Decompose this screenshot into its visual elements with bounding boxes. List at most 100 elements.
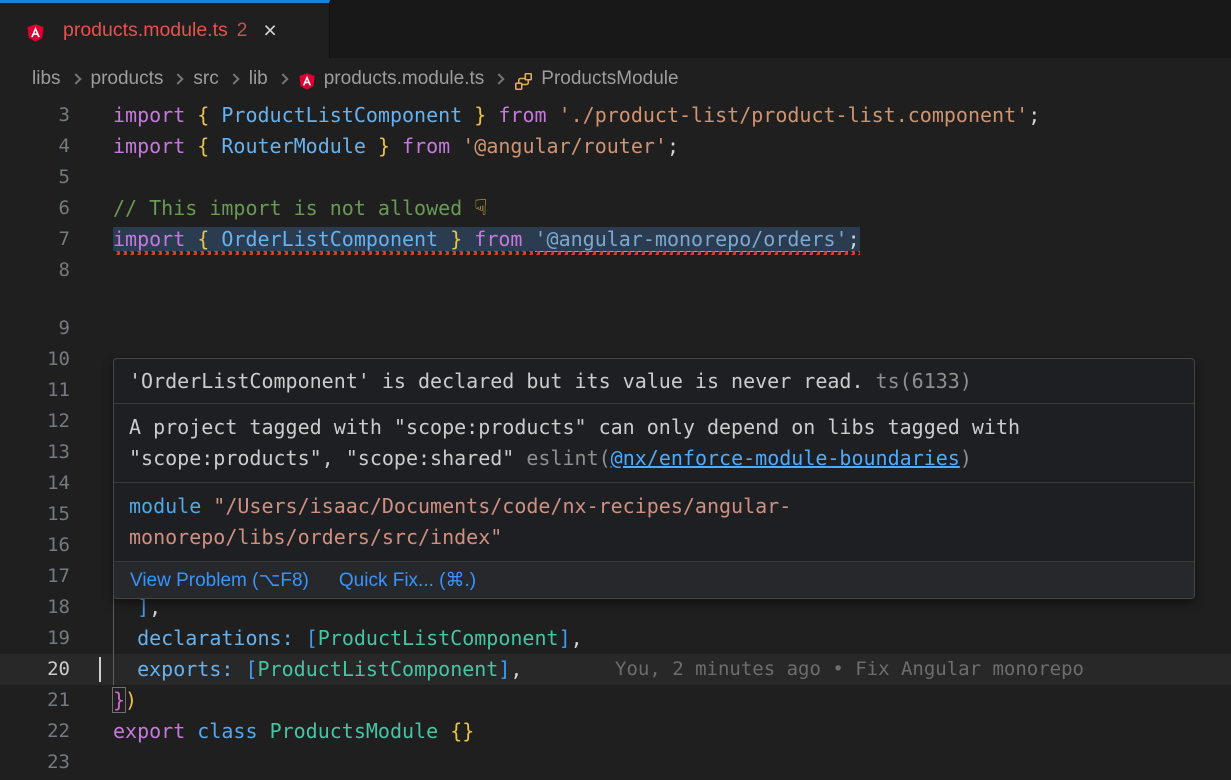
code-token: ProductListComponent xyxy=(318,626,559,650)
code-token: import xyxy=(113,227,185,251)
chevron-right-icon xyxy=(277,73,288,84)
code-token: } xyxy=(450,227,462,251)
code-token: ; xyxy=(667,134,679,158)
line-number: 22 xyxy=(0,716,70,747)
code-token xyxy=(294,626,306,650)
code-token: from xyxy=(498,103,546,127)
code-line-text: import { RouterModule } from '@angular/r… xyxy=(113,131,679,162)
code-line-text: declarations: [ProductListComponent], xyxy=(113,623,583,654)
code-token: ProductListComponent xyxy=(258,657,499,681)
code-line[interactable]: 4import { RouterModule } from '@angular/… xyxy=(0,131,1231,162)
code-token: ProductListComponent xyxy=(221,103,462,127)
code-line[interactable]: 3 import { ProductListComponent } from '.… xyxy=(0,100,1231,131)
code-token xyxy=(462,227,474,251)
ts-error-code: ts(6133) xyxy=(864,369,972,393)
code-token xyxy=(185,103,197,127)
code-token xyxy=(547,103,559,127)
line-number: 21 xyxy=(0,685,70,716)
code-line[interactable]: 7import { OrderListComponent } from '@an… xyxy=(0,224,1231,255)
module-keyword: module xyxy=(129,494,201,518)
line-number: 12 xyxy=(0,406,70,437)
line-number: 5 xyxy=(0,162,70,193)
code-token: ) xyxy=(125,688,137,712)
class-symbol-icon xyxy=(514,72,533,91)
code-token: from xyxy=(402,134,450,158)
line-number: 9 xyxy=(0,313,70,344)
breadcrumb-item-file[interactable]: products.module.ts xyxy=(324,68,485,90)
code-token xyxy=(258,719,270,743)
code-token: ; xyxy=(1028,103,1040,127)
code-token: [ xyxy=(245,657,257,681)
code-line-text: export class ProductsModule {} xyxy=(113,716,474,747)
code-editor[interactable]: 3 import { ProductListComponent } from '.… xyxy=(0,100,1231,780)
chevron-right-icon xyxy=(70,73,81,84)
code-token: // This import is not allowed xyxy=(113,196,474,220)
code-token: RouterModule xyxy=(221,134,366,158)
code-token xyxy=(185,134,197,158)
code-token: ] xyxy=(559,626,571,650)
code-token: : xyxy=(221,657,233,681)
breadcrumb-item-symbol[interactable]: ProductsModule xyxy=(541,68,678,90)
line-number: 23 xyxy=(0,747,70,778)
text-cursor xyxy=(99,657,101,682)
hover-status-bar: View Problem (⌥F8) Quick Fix... (⌘.) xyxy=(114,562,1194,598)
code-line[interactable]: 23 xyxy=(0,747,1231,778)
code-line[interactable]: 6// This import is not allowed ☟ xyxy=(0,193,1231,224)
code-line[interactable]: 22 export class ProductsModule {} xyxy=(0,716,1231,747)
code-token: import xyxy=(113,134,185,158)
code-token xyxy=(113,626,137,650)
code-token: ; xyxy=(848,227,860,251)
code-line-text: exports: [ProductListComponent], xyxy=(113,654,522,685)
code-token xyxy=(438,719,450,743)
breadcrumb-item-lib[interactable]: lib xyxy=(249,68,268,90)
line-number: 15 xyxy=(0,499,70,530)
code-token: { xyxy=(197,227,209,251)
code-token xyxy=(209,103,221,127)
code-token: declarations xyxy=(137,626,282,650)
code-line[interactable]: 9 xyxy=(0,313,1231,344)
tab-bar: products.module.ts 2 × xyxy=(0,0,1231,58)
tab-problem-count: 2 xyxy=(237,20,248,42)
breadcrumb-item-src[interactable]: src xyxy=(193,68,218,90)
tab-products-module[interactable]: products.module.ts 2 × xyxy=(0,0,330,58)
line-number: 19 xyxy=(0,623,70,654)
code-line[interactable]: 5 xyxy=(0,162,1231,193)
code-token: { xyxy=(197,134,209,158)
code-token: from xyxy=(474,227,522,251)
code-line[interactable]: 21}) xyxy=(0,685,1231,716)
line-number: 3 xyxy=(0,100,70,131)
breadcrumb-item-products[interactable]: products xyxy=(91,68,164,90)
eslint-rule-link[interactable]: @nx/enforce-module-boundaries xyxy=(611,446,960,470)
module-path-info: module "/Users/isaac/Documents/code/nx-r… xyxy=(114,483,1194,562)
code-token xyxy=(486,103,498,127)
code-token: import xyxy=(113,103,185,127)
git-blame-annotation: You, 2 minutes ago • Fix Angular monorep… xyxy=(615,654,1084,685)
quick-fix-button[interactable]: Quick Fix... (⌘.) xyxy=(339,569,476,592)
code-token: { xyxy=(197,103,209,127)
code-token xyxy=(390,134,402,158)
view-problem-button[interactable]: View Problem (⌥F8) xyxy=(130,569,309,592)
code-line[interactable]: 8 xyxy=(0,255,1231,286)
line-number: 13 xyxy=(0,437,70,468)
chevron-right-icon xyxy=(228,73,239,84)
breadcrumb: libs products src lib products.module.ts… xyxy=(0,58,1231,100)
code-token: OrderListComponent xyxy=(221,227,438,251)
code-line[interactable]: 20 exports: [ProductListComponent], You, … xyxy=(0,654,1231,685)
code-token xyxy=(209,134,221,158)
code-token xyxy=(450,134,462,158)
close-icon[interactable]: × xyxy=(263,19,276,42)
code-line-text: import { ProductListComponent } from './… xyxy=(113,100,1040,131)
code-token: {} xyxy=(450,719,474,743)
line-number: 18 xyxy=(0,592,70,623)
code-token: ProductsModule xyxy=(270,719,439,743)
angular-icon xyxy=(298,72,316,91)
code-token: } xyxy=(474,103,486,127)
code-token xyxy=(185,719,197,743)
line-number: 17 xyxy=(0,561,70,592)
code-token: [ xyxy=(306,626,318,650)
code-token xyxy=(185,227,197,251)
code-line[interactable]: 19 declarations: [ProductListComponent], xyxy=(0,623,1231,654)
chevron-right-icon xyxy=(173,73,184,84)
breadcrumb-item-libs[interactable]: libs xyxy=(32,68,61,90)
line-number: 20 xyxy=(0,654,70,685)
